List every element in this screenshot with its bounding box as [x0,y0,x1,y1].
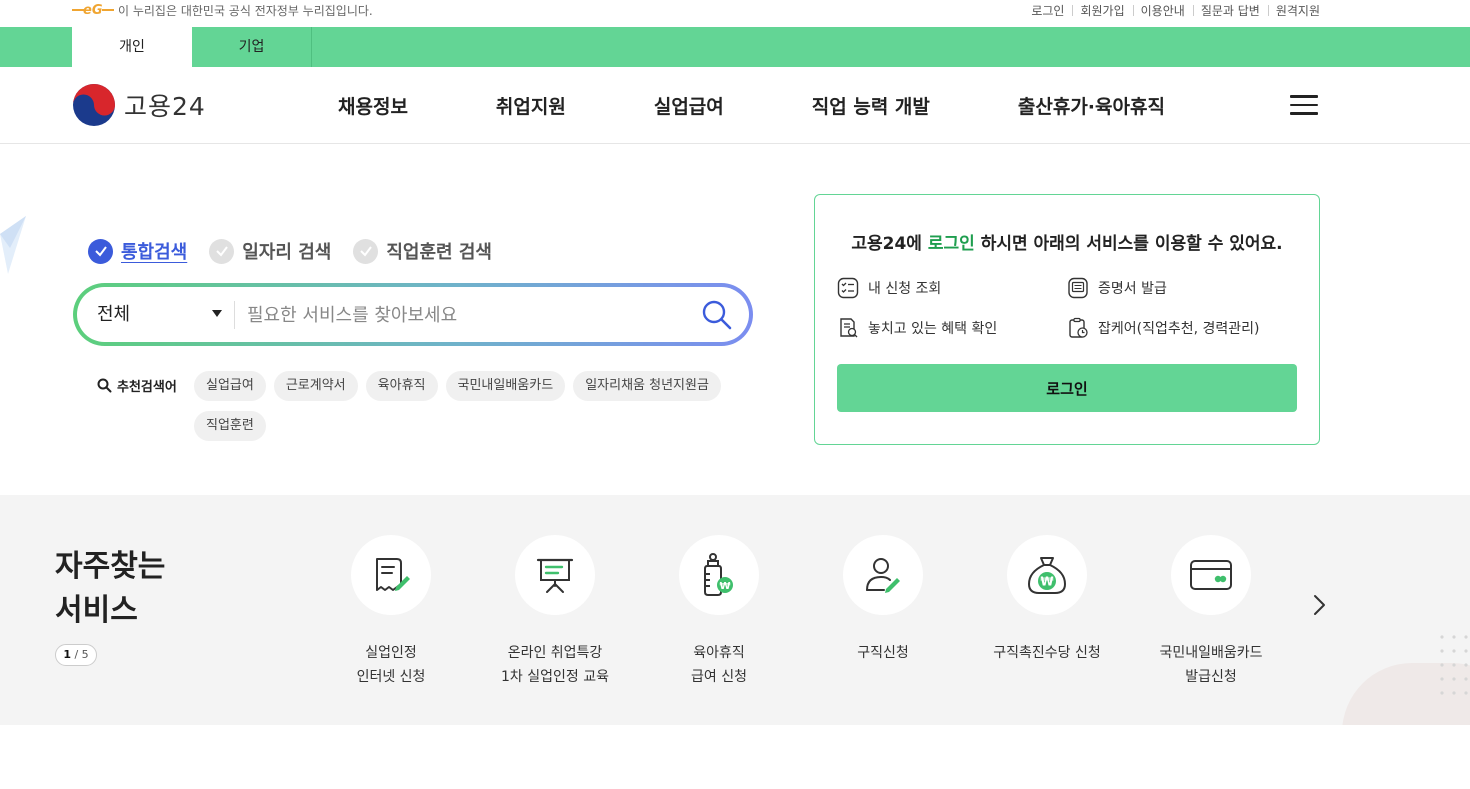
checklist-icon [837,277,859,299]
recommended-keyword-tags: 실업급여 근로계약서 육아휴직 국민내일배움카드 일자리채움 청년지원금 직업훈… [194,371,754,451]
check-circle-icon [88,238,113,264]
search-icon[interactable] [701,299,733,335]
service-jobcare[interactable]: 잡케어(직업추천, 경력관리) [1067,317,1260,339]
svg-text:₩: ₩ [1040,575,1054,589]
service-label: 육아휴직 급여 신청 [691,645,747,685]
gov-notice: 이 누리집은 대한민국 공식 전자정부 누리집입니다. [118,4,373,18]
nav-vocational-training[interactable]: 직업 능력 개발 [812,92,930,119]
login-button[interactable]: 로그인 [837,364,1297,412]
paper-plane-decoration-icon [0,216,26,274]
service-label: 국민내일배움카드 발급신청 [1159,645,1263,685]
service-my-applications[interactable]: 내 신청 조회 [837,277,941,299]
keyword-tag[interactable]: 일자리채움 청년지원금 [573,371,721,401]
search-input[interactable] [247,297,687,333]
search-category-value: 전체 [97,304,131,325]
service-parental-leave-benefit[interactable]: ₩ 육아휴직 급여 신청 [637,535,801,689]
card-icon [1190,560,1232,590]
tab-integrated-search[interactable]: 통합검색 [88,238,187,264]
svg-text:eG: eG [83,3,103,17]
caret-down-icon [212,310,222,317]
service-learning-card[interactable]: 국민내일배움카드 발급신청 [1129,535,1293,689]
keyword-tag[interactable]: 국민내일배움카드 [445,371,566,401]
audience-tab-bar: 개인 기업 [0,27,1470,67]
keyword-tag[interactable]: 근로계약서 [273,371,358,401]
util-guide-link[interactable]: 이용안내 [1132,2,1193,19]
document-pen-icon [376,558,410,591]
service-job-application[interactable]: 구직신청 [801,535,965,665]
brand-logo[interactable]: 고용24 [72,83,206,127]
tab-training-search[interactable]: 직업훈련 검색 [353,238,492,264]
nav-unemployment-benefit[interactable]: 실업급여 [654,92,724,119]
search-box: 전체 [73,283,753,346]
brand-name: 고용24 [124,92,206,121]
clipboard-clock-icon [1069,317,1088,338]
hamburger-menu-icon[interactable] [1290,95,1318,117]
nav-employment-support[interactable]: 취업지원 [496,92,566,119]
dot-pattern-decoration [1440,635,1468,695]
service-certificate[interactable]: 증명서 발급 [1067,277,1167,299]
tab-job-search[interactable]: 일자리 검색 [209,238,331,264]
nav-job-info[interactable]: 채용정보 [338,92,408,119]
nav-maternity-parental-leave[interactable]: 출산휴가·육아휴직 [1018,92,1165,119]
tab-label: 일자리 검색 [242,242,332,263]
service-online-lecture[interactable]: 온라인 취업특강 1차 실업인정 교육 [473,535,637,689]
util-signup-link[interactable]: 회원가입 [1072,2,1132,19]
service-missed-benefits[interactable]: 놓치고 있는 혜택 확인 [837,317,997,339]
search-type-tabs: 통합검색 일자리 검색 직업훈련 검색 [88,238,514,264]
section-title: 자주찾는 서비스 [55,549,166,628]
util-login-link[interactable]: 로그인 [1023,2,1072,19]
tab-personal[interactable]: 개인 [72,27,192,67]
money-bag-won-icon: ₩ [1027,557,1067,594]
service-job-seeking-allowance[interactable]: ₩ 구직촉진수당 신청 [965,535,1129,665]
svg-text:₩: ₩ [719,581,730,592]
login-card: 고용24에 로그인 하시면 아래의 서비스를 이용할 수 있어요. 내 신청 조… [814,194,1320,445]
chevron-right-icon[interactable] [1310,593,1330,617]
search-icon [97,378,112,393]
keyword-tag[interactable]: 육아휴직 [365,371,438,401]
utility-links: 로그인 회원가입 이용안내 질문과 답변 원격지원 [1023,2,1320,19]
service-unemployment-recognition[interactable]: 실업인정 인터넷 신청 [309,535,473,689]
tab-business[interactable]: 기업 [192,27,312,67]
search-category-select[interactable]: 전체 [97,287,227,342]
service-label: 구직촉진수당 신청 [993,645,1101,661]
egov-logo-icon: eG [72,1,114,17]
gov-banner: eG 이 누리집은 대한민국 공식 전자정부 누리집입니다. 로그인 회원가입 … [0,0,1470,27]
service-label: 실업인정 인터넷 신청 [356,645,426,685]
tab-label: 통합검색 [121,242,188,263]
presentation-board-icon [536,558,574,593]
frequent-services-section: 자주찾는 서비스 1 / 5 실업인정 인터넷 신청 온라인 취업특강 1차 실… [0,495,1470,725]
carousel-pager: 1 / 5 [55,644,97,666]
document-search-icon [840,318,858,338]
keyword-tag[interactable]: 직업훈련 [194,411,266,441]
check-circle-icon [353,238,379,264]
util-qna-link[interactable]: 질문과 답변 [1192,2,1268,19]
person-pen-icon [866,558,900,593]
main-header: 고용24 채용정보 취업지원 실업급여 직업 능력 개발 출산휴가·육아휴직 [0,67,1470,144]
login-message: 고용24에 로그인 하시면 아래의 서비스를 이용할 수 있어요. [851,234,1283,254]
tab-label: 직업훈련 검색 [386,242,492,263]
recommended-keywords-label: 추천검색어 [97,376,177,395]
check-circle-icon [209,238,235,264]
service-label: 온라인 취업특강 1차 실업인정 교육 [501,645,609,685]
taegeuk-logo-icon [73,84,115,126]
global-nav: 채용정보 취업지원 실업급여 직업 능력 개발 출산휴가·육아휴직 [338,92,1165,119]
service-label: 구직신청 [857,645,909,661]
keyword-tag[interactable]: 실업급여 [194,371,266,401]
baby-bottle-won-icon: ₩ [704,553,733,596]
util-remote-support-link[interactable]: 원격지원 [1267,2,1320,19]
certificate-icon [1068,277,1088,299]
